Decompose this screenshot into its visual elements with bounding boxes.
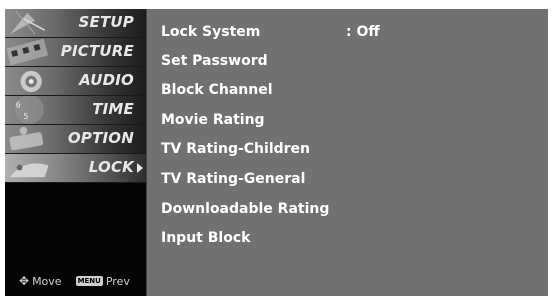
lock-options-panel: Lock System : Off Set Password Block Cha… — [147, 9, 548, 296]
satellite-dish-icon — [9, 10, 46, 35]
menu-label-time: TIME — [92, 100, 134, 118]
chevron-right-icon — [137, 163, 143, 173]
side-menu: SETUP PICTURE AUDIO 6 5 TIME OPTION LOCK… — [5, 9, 147, 296]
navigation-hints: ✥ Move MENU Prev — [5, 274, 147, 288]
clock-icon: 6 5 — [14, 96, 44, 124]
option-input-block[interactable]: Input Block — [161, 230, 250, 246]
option-tv-rating-children[interactable]: TV Rating-Children — [161, 141, 310, 157]
menu-label-setup: SETUP — [78, 13, 134, 31]
option-set-password[interactable]: Set Password — [161, 53, 268, 69]
menu-item-time[interactable]: 6 5 TIME — [5, 96, 146, 125]
option-block-channel[interactable]: Block Channel — [161, 82, 273, 98]
lock-system-value: : Off — [346, 24, 380, 40]
menu-item-picture[interactable]: PICTURE — [5, 38, 146, 67]
menu-item-setup[interactable]: SETUP — [5, 9, 146, 38]
option-downloadable-rating[interactable]: Downloadable Rating — [161, 201, 329, 217]
menu-label-audio: AUDIO — [79, 71, 134, 89]
speaker-icon — [20, 70, 42, 93]
menu-item-lock[interactable]: LOCK — [5, 154, 146, 183]
menu-item-option[interactable]: OPTION — [5, 125, 146, 154]
move-hint-label: Move — [32, 274, 62, 288]
svg-text:6: 6 — [16, 101, 21, 110]
option-movie-rating[interactable]: Movie Rating — [161, 112, 265, 128]
prev-hint-label: Prev — [105, 274, 130, 288]
svg-text:5: 5 — [23, 112, 28, 121]
option-lock-system[interactable]: Lock System — [161, 24, 260, 40]
option-tag-icon — [9, 126, 44, 151]
move-arrows-icon: ✥ — [19, 274, 30, 288]
film-reel-icon — [6, 38, 49, 66]
option-tv-rating-general[interactable]: TV Rating-General — [161, 171, 305, 187]
menu-label-option: OPTION — [67, 129, 134, 147]
lock-icon — [9, 163, 49, 178]
menu-label-lock: LOCK — [88, 158, 134, 176]
menu-key-icon: MENU — [75, 276, 103, 286]
menu-label-picture: PICTURE — [60, 42, 134, 60]
menu-item-audio[interactable]: AUDIO — [5, 67, 146, 96]
